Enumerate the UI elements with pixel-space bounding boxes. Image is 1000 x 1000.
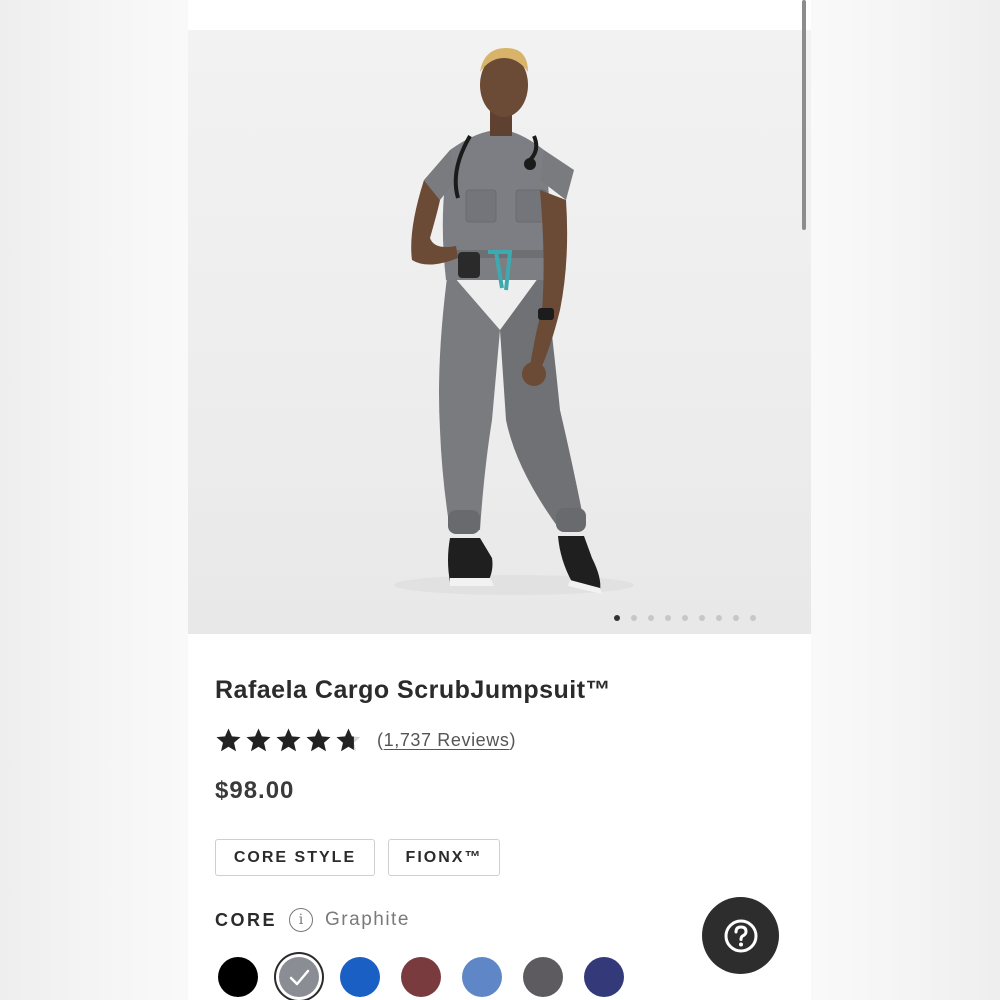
star-icon — [246, 728, 271, 752]
rating-stars — [215, 727, 365, 753]
color-swatch[interactable] — [523, 957, 563, 997]
color-category-label: CORE — [215, 909, 278, 930]
gallery-dot[interactable] — [648, 615, 654, 621]
gallery-dot[interactable] — [614, 615, 620, 621]
color-swatch[interactable] — [401, 957, 441, 997]
checkmark-icon — [289, 969, 310, 986]
gallery-dot[interactable] — [682, 615, 688, 621]
star-icon — [306, 728, 331, 752]
selected-color-name: Graphite — [325, 909, 410, 930]
product-price: $98.00 — [215, 777, 295, 804]
reviews-link[interactable]: (1,737 Reviews) — [377, 730, 516, 751]
color-swatch[interactable] — [462, 957, 502, 997]
tag-core-style[interactable]: CORE STYLE — [215, 839, 375, 876]
color-selector-header: CORE i Graphite — [215, 908, 410, 932]
review-count[interactable]: 1,737 Reviews — [384, 730, 510, 750]
color-swatch[interactable] — [279, 957, 319, 997]
product-rating[interactable]: (1,737 Reviews) — [215, 727, 516, 753]
gallery-dot[interactable] — [665, 615, 671, 621]
tag-fionx[interactable]: FIONX™ — [388, 839, 500, 876]
star-icon — [276, 728, 301, 752]
color-swatch[interactable] — [218, 957, 258, 997]
question-mark-icon — [724, 919, 757, 952]
gallery-dot[interactable] — [733, 615, 739, 621]
product-image-gallery[interactable] — [188, 30, 811, 634]
gallery-dot[interactable] — [699, 615, 705, 621]
star-icon — [216, 728, 241, 752]
product-title: Rafaela Cargo ScrubJumpsuit™ — [215, 676, 612, 704]
gallery-pagination[interactable] — [614, 615, 756, 621]
scrollbar[interactable] — [802, 0, 806, 230]
color-swatch[interactable] — [340, 957, 380, 997]
info-icon[interactable]: i — [289, 908, 314, 932]
help-button[interactable] — [702, 897, 779, 974]
gallery-dot[interactable] — [716, 615, 722, 621]
gallery-dot[interactable] — [631, 615, 637, 621]
product-page: Rafaela Cargo ScrubJumpsuit™ (1,737 Revi… — [188, 0, 811, 1000]
gallery-dot[interactable] — [750, 615, 756, 621]
star-icon — [336, 728, 361, 752]
product-photo — [394, 48, 634, 595]
color-swatch[interactable] — [584, 957, 624, 997]
